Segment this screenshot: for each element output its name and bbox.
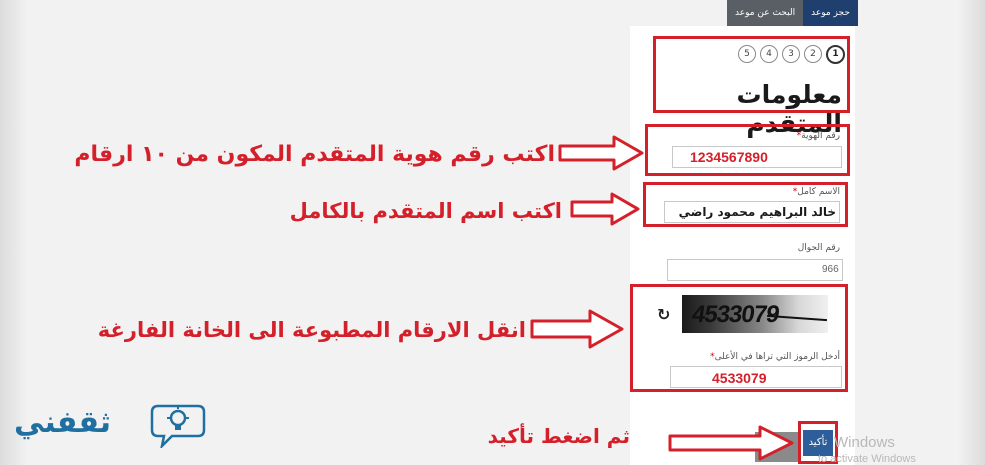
mobile-label: رقم الجوال — [797, 243, 840, 253]
full-name-label: الاسم كامل* — [792, 187, 840, 197]
top-nav: حجز موعد البحث عن موعد — [727, 0, 858, 26]
refresh-icon[interactable]: ↻ — [657, 307, 673, 323]
right-shadow — [957, 0, 985, 465]
step-2[interactable]: 2 — [804, 45, 822, 63]
confirm-arrow-icon — [668, 425, 794, 461]
captcha-hint-annotation: انقل الارقام المطبوعة الى الخانة الفارغة — [97, 318, 526, 342]
step-1[interactable]: 1 — [826, 45, 845, 64]
mobile-value: 966 — [822, 264, 839, 275]
step-5[interactable]: 5 — [738, 45, 756, 63]
activation-watermark-title: Windows — [834, 434, 895, 451]
captcha-label: أدخل الرموز التي تراها في الأعلى* — [710, 352, 840, 362]
captcha-image: 4533079 — [682, 295, 828, 333]
step-3[interactable]: 3 — [782, 45, 800, 63]
site-logo-text: ثقفني — [14, 405, 112, 440]
left-shadow — [0, 0, 28, 465]
lightbulb-logo-icon — [150, 404, 206, 448]
tab-search-appointment[interactable]: البحث عن موعد — [727, 0, 804, 26]
captcha-arrow-icon — [530, 309, 624, 349]
name-hint-annotation: اكتب اسم المتقدم بالكامل — [289, 199, 562, 223]
mobile-input[interactable] — [667, 259, 843, 281]
id-arrow-icon — [558, 135, 644, 171]
id-number-label: رقم الهوية* — [796, 131, 840, 141]
confirm-hint-annotation: ثم اضغط تأكيد — [487, 424, 630, 448]
id-number-value: 1234567890 — [690, 149, 768, 165]
tab-book-appointment[interactable]: حجز موعد — [803, 0, 858, 26]
id-hint-annotation: اكتب رقم هوية المتقدم المكون من ١٠ ارقام — [74, 142, 555, 167]
name-arrow-icon — [570, 192, 640, 226]
step-indicator: 1 2 3 4 5 — [725, 45, 845, 64]
activation-watermark-sub: to activate Windows — [818, 453, 916, 465]
captcha-value: 4533079 — [712, 370, 767, 386]
step-4[interactable]: 4 — [760, 45, 778, 63]
full-name-value: خالد البراهيم محمود راضي — [678, 205, 836, 219]
